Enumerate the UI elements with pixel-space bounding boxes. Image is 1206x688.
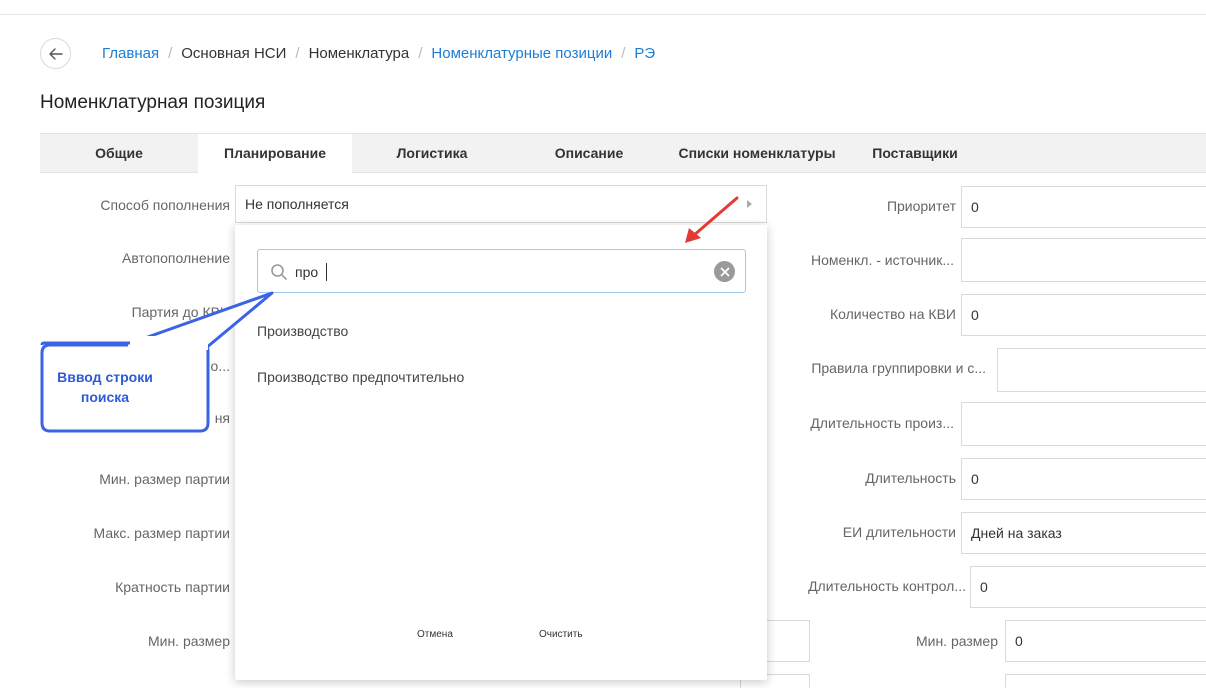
source-item-label: Номенкл. - источник... (810, 252, 954, 268)
hidden-label-fragment: ня (214, 410, 230, 426)
min-batch-label: Мин. размер партии (99, 471, 230, 487)
min-size-right-field[interactable]: 0 (1005, 620, 1206, 662)
breadcrumb-home[interactable]: Главная (102, 45, 159, 62)
max-batch-label: Макс. размер партии (93, 525, 231, 541)
control-duration-field[interactable]: 0 (970, 566, 1206, 608)
dropdown-search-box[interactable] (257, 249, 746, 293)
duration-unit-select[interactable]: Дней на заказ (961, 512, 1206, 554)
search-icon (271, 264, 287, 280)
tab-logistics[interactable]: Логистика (352, 134, 512, 173)
tab-general[interactable]: Общие (40, 134, 198, 173)
auto-replenishment-label: Автопополнение (122, 250, 230, 266)
dropdown-option-production-preferred[interactable]: Производство предпочтительно (257, 369, 464, 385)
back-button[interactable] (40, 38, 71, 69)
production-duration-label: Длительность произ... (810, 415, 954, 431)
page-title: Номенклатурная позиция (40, 92, 266, 113)
arrow-left-icon (48, 47, 63, 60)
form-field[interactable] (1005, 674, 1206, 688)
duration-field[interactable]: 0 (961, 458, 1206, 500)
breadcrumb-separator: / (418, 45, 423, 62)
breadcrumb-separator: / (621, 45, 626, 62)
duration-unit-label: ЕИ длительности (842, 524, 956, 540)
duration-label: Длительность (865, 470, 956, 486)
top-divider (0, 14, 1206, 15)
batch-to-kvi-label: Партия до КВИ (131, 304, 230, 320)
dropdown-search-input[interactable] (295, 261, 695, 283)
kvi-quantity-label: Количество на КВИ (829, 306, 956, 322)
source-item-field[interactable] (961, 238, 1206, 282)
red-arrow-annotation (685, 196, 739, 243)
batch-multiplicity-label: Кратность партии (115, 579, 230, 595)
breadcrumb-current[interactable]: РЭ (634, 45, 655, 62)
tab-suppliers[interactable]: Поставщики (848, 134, 982, 173)
replenishment-method-label: Способ пополнения (100, 197, 230, 213)
grouping-rules-field[interactable] (997, 348, 1206, 392)
breadcrumb-separator: / (168, 45, 173, 62)
priority-label: Приоритет (886, 198, 956, 214)
kvi-quantity-field[interactable]: 0 (961, 294, 1206, 336)
tab-bar: Общие Планирование Логистика Описание Сп… (40, 133, 1206, 175)
control-duration-label: Длительность контрол... (808, 578, 966, 594)
replenishment-method-value: Не пополняется (245, 196, 349, 212)
tab-nomenclature-lists[interactable]: Списки номенклатуры (666, 134, 848, 173)
grouping-rules-label: Правила группировки и с... (811, 360, 986, 376)
tab-description[interactable]: Описание (512, 134, 666, 173)
min-size-label: Мин. размер (147, 633, 230, 649)
callout-line: поиска (80, 389, 130, 405)
replenishment-dropdown-panel: Производство Производство предпочтительн… (235, 225, 767, 680)
production-duration-field[interactable] (961, 402, 1206, 446)
hidden-label-fragment: о... (210, 358, 230, 374)
tab-planning[interactable]: Планирование (198, 134, 352, 175)
cancel-button[interactable]: Отмена (417, 629, 453, 640)
clear-search-icon[interactable] (714, 261, 735, 282)
clear-button[interactable]: Очистить (539, 629, 583, 640)
min-size-right-label: Мин. размер (915, 633, 998, 649)
priority-field[interactable]: 0 (961, 186, 1206, 228)
callout-line: Вввод строки (57, 369, 153, 385)
breadcrumb: Главная / Основная НСИ / Номенклатура / … (102, 45, 655, 62)
dropdown-option-production[interactable]: Производство (257, 323, 348, 339)
caret-right-icon (747, 200, 752, 208)
breadcrumb-main-nsi[interactable]: Основная НСИ (181, 45, 286, 62)
breadcrumb-nomenclature[interactable]: Номенклатура (309, 45, 410, 62)
text-cursor (326, 263, 327, 281)
breadcrumb-separator: / (295, 45, 300, 62)
callout-text: Вввод строки поиска (40, 367, 170, 407)
breadcrumb-nomenclature-items[interactable]: Номенклатурные позиции (431, 45, 612, 62)
